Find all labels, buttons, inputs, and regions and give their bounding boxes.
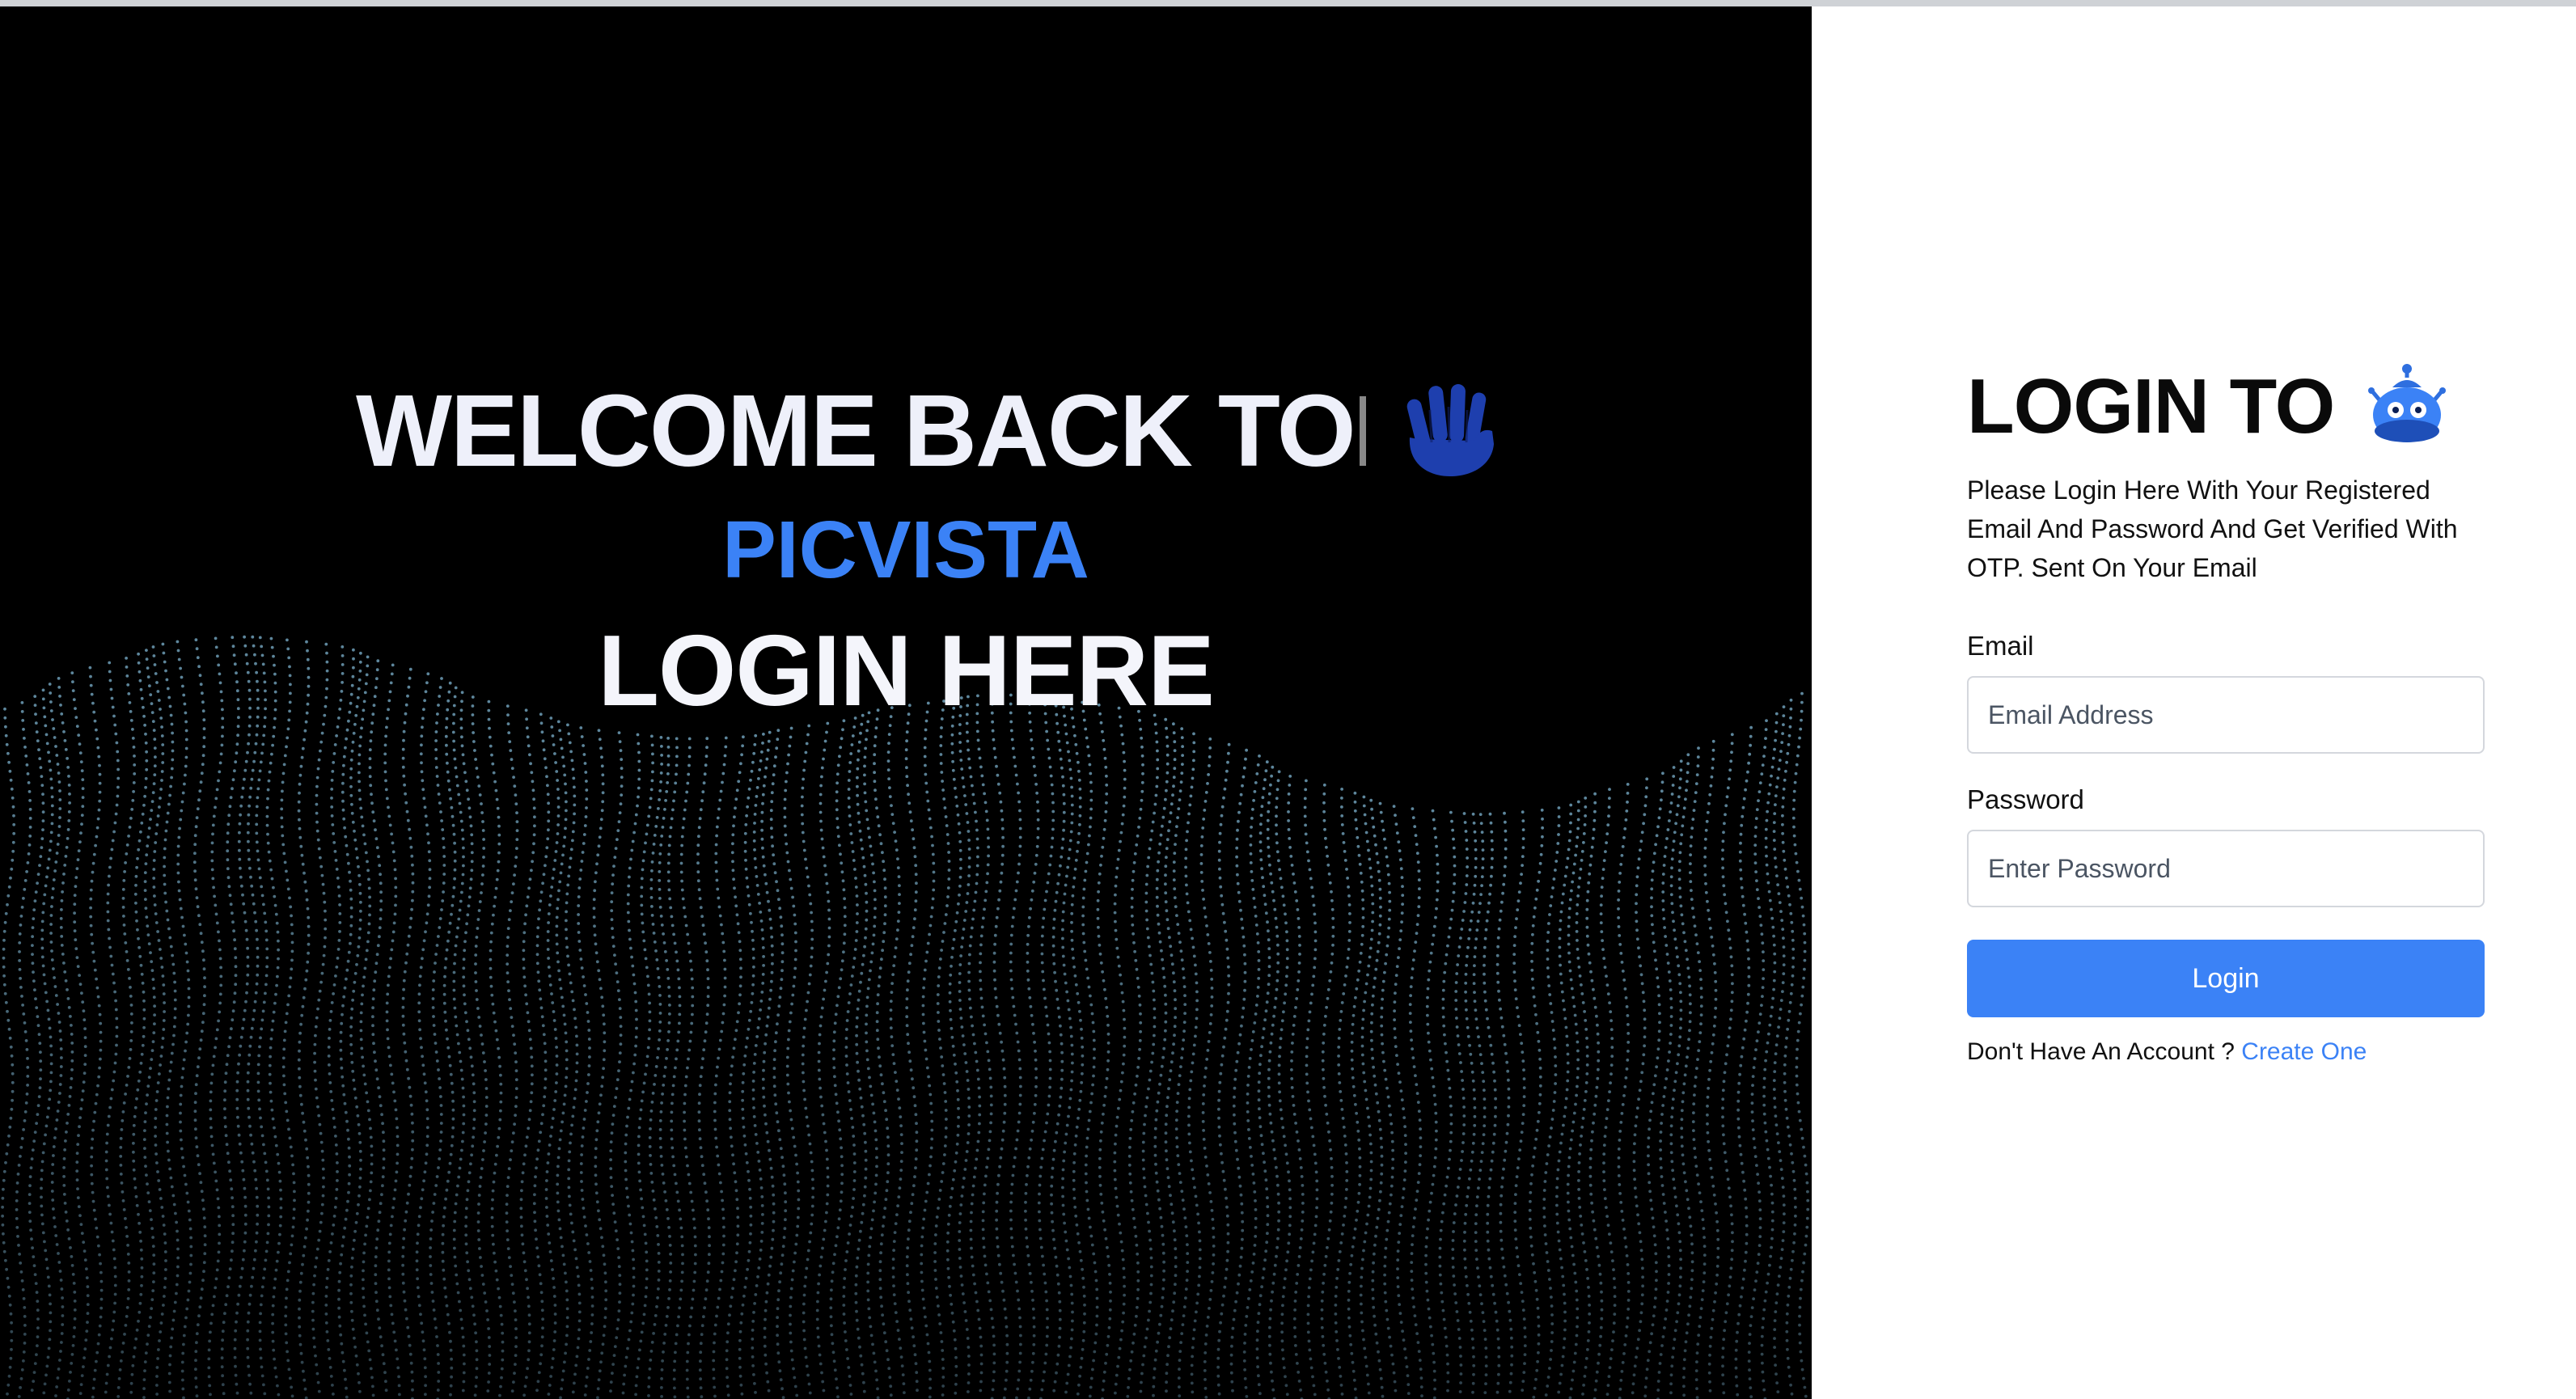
form-description: Please Login Here With Your Registered E…	[1967, 475, 2458, 582]
email-field[interactable]	[1967, 676, 2485, 754]
login-here-heading: LOGIN HERE	[598, 615, 1215, 727]
signup-row: Don't Have An Account ? Create One	[1967, 1038, 2485, 1066]
password-label: Password	[1967, 784, 2084, 814]
login-form: LOGIN TO Please Login Here With Your Reg…	[1967, 362, 2485, 1066]
hero-panel: WELCOME BACK TO PICVISTA LOGIN HERE	[0, 6, 1812, 1399]
welcome-heading: WELCOME BACK TO	[356, 374, 1356, 488]
browser-top-edge	[0, 0, 2576, 6]
form-title: LOGIN TO	[1967, 363, 2335, 450]
welcome-line: WELCOME BACK TO	[356, 370, 1507, 492]
email-label: Email	[1967, 631, 2034, 661]
create-account-link[interactable]: Create One	[2241, 1038, 2367, 1065]
login-button[interactable]: Login	[1967, 940, 2485, 1017]
password-field[interactable]	[1967, 830, 2485, 907]
hero-text-block: WELCOME BACK TO PICVISTA LOGIN HERE	[0, 6, 1812, 1399]
login-panel: LOGIN TO Please Login Here With Your Reg…	[1812, 6, 2576, 1399]
signup-prompt: Don't Have An Account ?	[1967, 1038, 2235, 1065]
brand-name: PICVISTA	[722, 505, 1089, 595]
form-title-row: LOGIN TO	[1967, 362, 2485, 451]
waving-hand-icon	[1406, 384, 1494, 476]
typing-caret	[1359, 396, 1366, 466]
robot-mascot-icon	[2368, 364, 2447, 442]
